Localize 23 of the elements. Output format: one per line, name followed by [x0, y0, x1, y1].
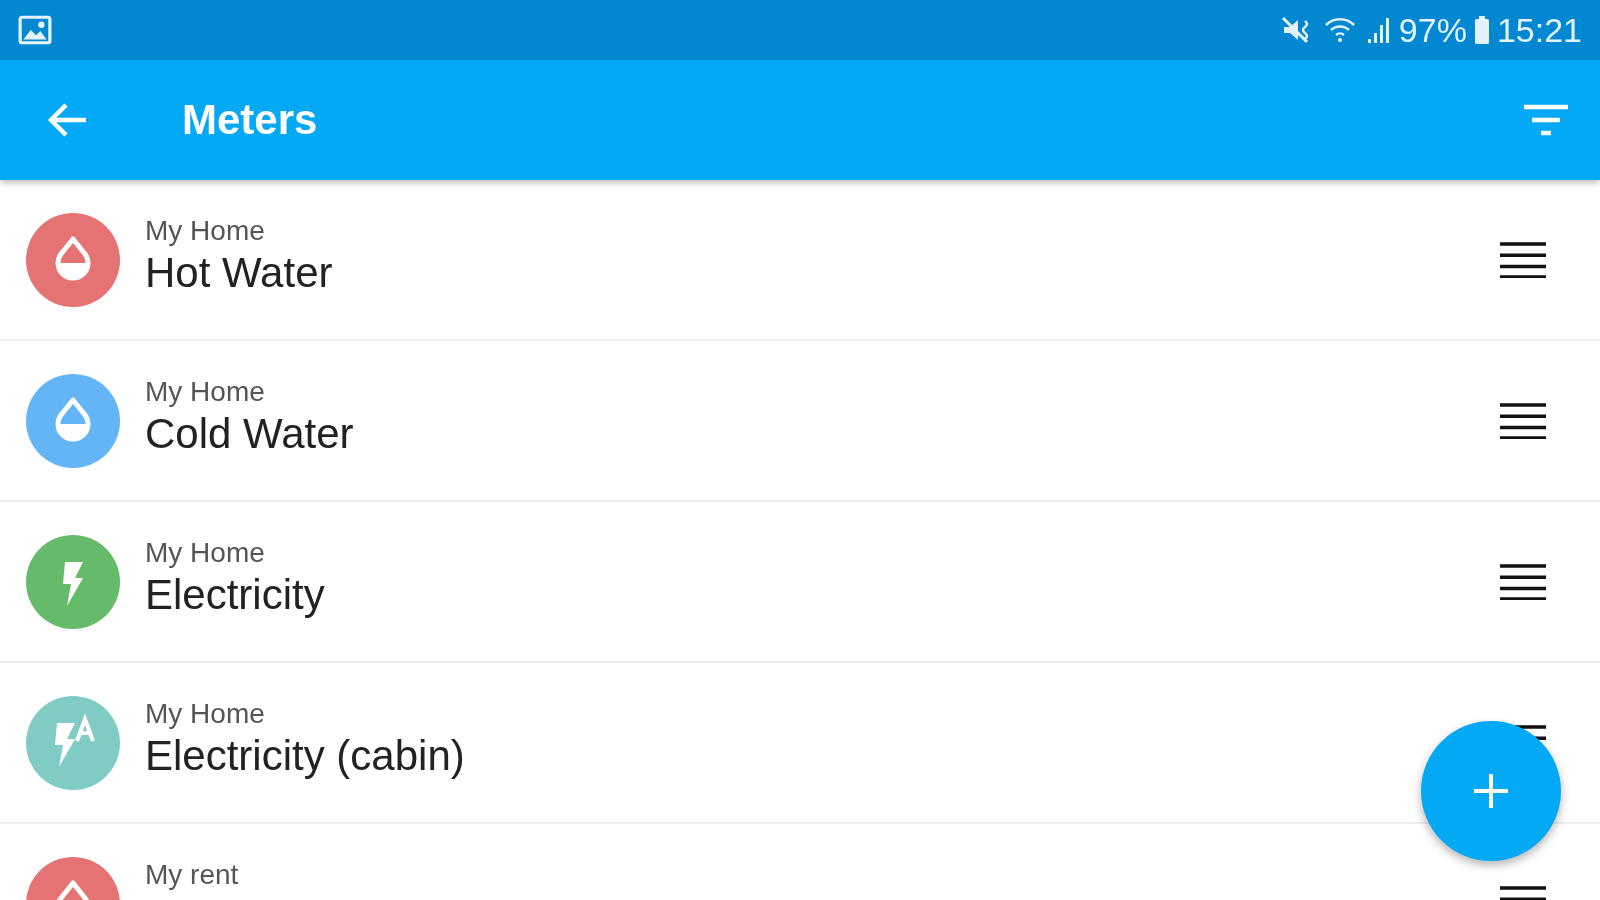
meter-list-item[interactable]: My Home Cold Water — [0, 341, 1600, 502]
plus-icon — [1471, 771, 1511, 811]
meter-name: Electricity (cabin) — [145, 731, 466, 780]
screen-title: Meters — [182, 96, 318, 144]
meter-location: My rent — [145, 858, 240, 891]
meter-list-item[interactable]: My Home Electricity — [0, 502, 1600, 663]
floating-add-button-overlay[interactable] — [1421, 721, 1561, 861]
meter-list-item[interactable]: My Home Hot Water — [0, 180, 1600, 341]
image-icon — [18, 15, 52, 45]
meter-location: My Home — [145, 214, 266, 247]
clock: 15:21 — [1496, 10, 1582, 50]
meter-location: My Home — [145, 697, 266, 730]
battery-icon — [1472, 15, 1491, 45]
meter-location: My Home — [145, 375, 266, 408]
battery-percent: 97% — [1398, 10, 1467, 50]
filter-button[interactable] — [1522, 102, 1570, 138]
meter-name: Cold Water — [145, 409, 355, 458]
meter-location: My Home — [145, 536, 266, 569]
drag-handle-icon[interactable] — [1500, 402, 1546, 439]
meter-name: Hot Water — [145, 248, 334, 297]
drag-handle-icon[interactable] — [1500, 563, 1546, 600]
meter-name: Electricity — [145, 570, 326, 619]
drag-handle-icon[interactable] — [1500, 241, 1546, 278]
